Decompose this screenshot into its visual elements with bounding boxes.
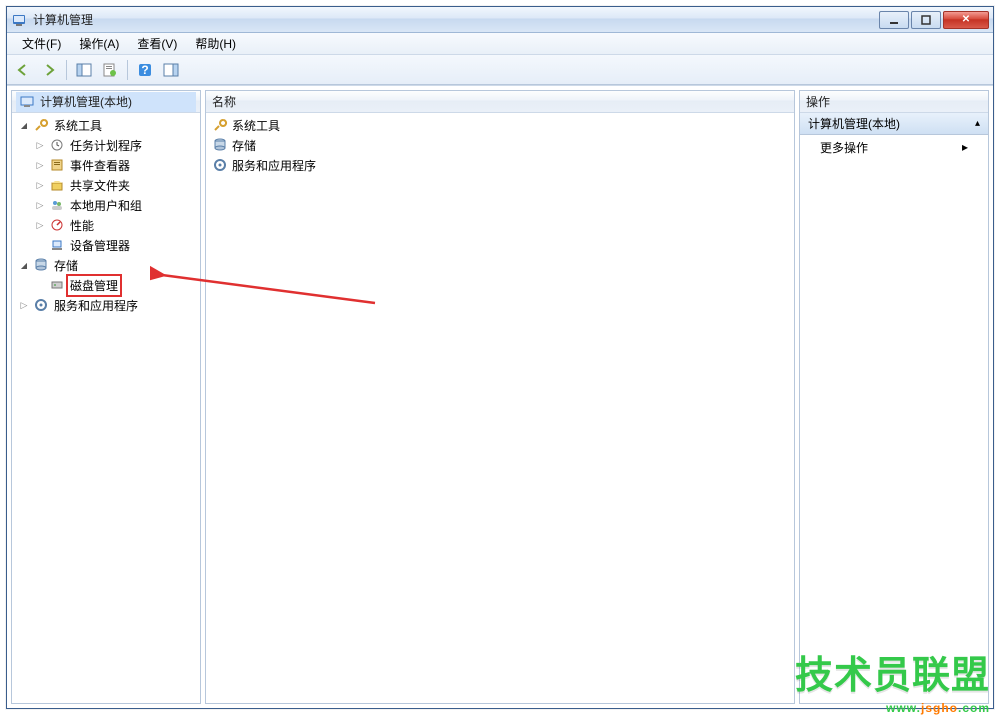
collapse-icon: ▴ xyxy=(975,118,980,129)
event-icon xyxy=(49,157,65,173)
tree-header: 计算机管理(本地) xyxy=(12,91,200,113)
list-body: 系统工具 存储 服务和应用程序 xyxy=(206,113,794,703)
services-icon xyxy=(212,157,228,173)
tree-performance[interactable]: 性能 xyxy=(34,215,198,235)
close-button[interactable]: ✕ xyxy=(943,11,989,29)
device-icon xyxy=(49,237,65,253)
list-item-system-tools[interactable]: 系统工具 xyxy=(208,115,792,135)
share-icon xyxy=(49,177,65,193)
tree-event-viewer[interactable]: 事件查看器 xyxy=(34,155,198,175)
minimize-button[interactable] xyxy=(879,11,909,29)
show-hide-tree-button[interactable] xyxy=(72,58,96,82)
menu-file[interactable]: 文件(F) xyxy=(13,32,70,55)
actions-body: 计算机管理(本地) ▴ 更多操作 ▸ xyxy=(800,113,988,703)
tree-local-users[interactable]: 本地用户和组 xyxy=(34,195,198,215)
actions-group-header[interactable]: 计算机管理(本地) ▴ xyxy=(800,113,988,135)
show-action-pane-button[interactable] xyxy=(159,58,183,82)
tree-device-manager[interactable]: 设备管理器 xyxy=(34,235,198,255)
toolbar-separator xyxy=(66,60,67,80)
computer-icon xyxy=(19,94,35,110)
list-item-services[interactable]: 服务和应用程序 xyxy=(208,155,792,175)
window-buttons: ✕ xyxy=(877,11,989,29)
svg-text:?: ? xyxy=(141,63,148,77)
users-icon xyxy=(49,197,65,213)
tree-storage[interactable]: 存储 xyxy=(18,255,198,275)
app-icon xyxy=(11,12,27,28)
toolbar: ? xyxy=(7,55,993,85)
disk-icon xyxy=(49,277,65,293)
forward-button[interactable] xyxy=(37,58,61,82)
actions-header: 操作 xyxy=(800,91,988,113)
menu-action[interactable]: 操作(A) xyxy=(70,32,128,55)
tree-services[interactable]: 服务和应用程序 xyxy=(18,295,198,315)
list-item-storage[interactable]: 存储 xyxy=(208,135,792,155)
menu-view[interactable]: 查看(V) xyxy=(128,32,186,55)
list-pane: 名称 系统工具 存储 服务和应用程序 xyxy=(205,90,795,704)
help-button[interactable]: ? xyxy=(133,58,157,82)
action-more[interactable]: 更多操作 ▸ xyxy=(800,135,988,159)
back-button[interactable] xyxy=(11,58,35,82)
storage-icon xyxy=(33,257,49,273)
clock-icon xyxy=(49,137,65,153)
menu-help[interactable]: 帮助(H) xyxy=(186,32,245,55)
tree-system-tools[interactable]: 系统工具 xyxy=(18,115,198,135)
tree-shared-folders[interactable]: 共享文件夹 xyxy=(34,175,198,195)
maximize-button[interactable] xyxy=(911,11,941,29)
menubar: 文件(F) 操作(A) 查看(V) 帮助(H) xyxy=(7,33,993,55)
tree-pane: 计算机管理(本地) 系统工具 任务计划程序 事件查看器 共享文件夹 本地用户和组 xyxy=(11,90,201,704)
list-column-header[interactable]: 名称 xyxy=(206,91,794,113)
tree-root[interactable]: 计算机管理(本地) xyxy=(16,92,196,112)
actions-pane: 操作 计算机管理(本地) ▴ 更多操作 ▸ xyxy=(799,90,989,704)
properties-button[interactable] xyxy=(98,58,122,82)
chevron-right-icon: ▸ xyxy=(962,140,968,154)
tree-disk-management[interactable]: 磁盘管理 xyxy=(34,275,198,295)
tree-body: 系统工具 任务计划程序 事件查看器 共享文件夹 本地用户和组 性能 设备管理器 … xyxy=(12,113,200,703)
tree-task-scheduler[interactable]: 任务计划程序 xyxy=(34,135,198,155)
window-frame: 计算机管理 ✕ 文件(F) 操作(A) 查看(V) 帮助(H) ? 计算机管理(… xyxy=(6,6,994,709)
storage-icon xyxy=(212,137,228,153)
performance-icon xyxy=(49,217,65,233)
services-icon xyxy=(33,297,49,313)
content-area: 计算机管理(本地) 系统工具 任务计划程序 事件查看器 共享文件夹 本地用户和组 xyxy=(7,85,993,708)
tools-icon xyxy=(33,117,49,133)
tools-icon xyxy=(212,117,228,133)
window-title: 计算机管理 xyxy=(31,11,877,28)
titlebar[interactable]: 计算机管理 ✕ xyxy=(7,7,993,33)
toolbar-separator xyxy=(127,60,128,80)
tree-root-label: 计算机管理(本地) xyxy=(38,92,134,111)
